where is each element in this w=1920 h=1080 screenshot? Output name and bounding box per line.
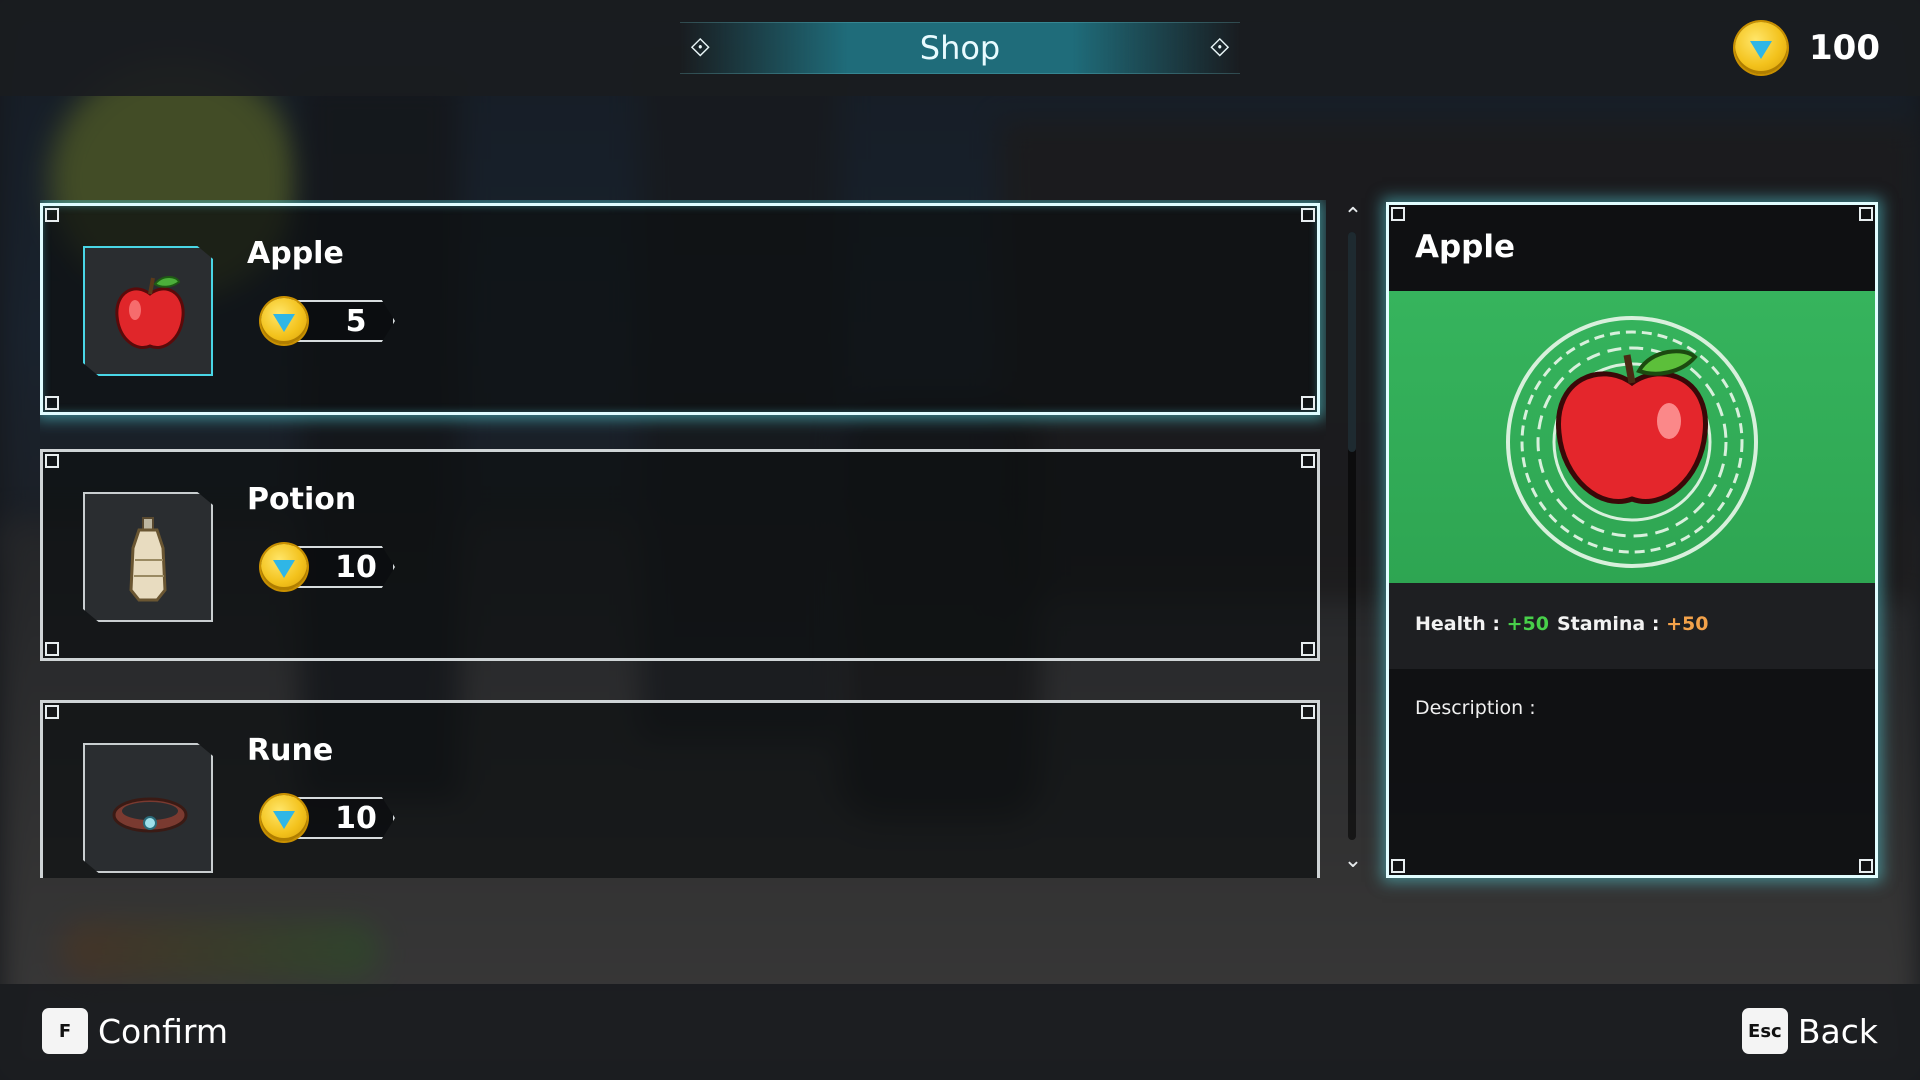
price-tag: 10	[261, 544, 401, 590]
apple-icon	[1506, 316, 1758, 568]
ornament-right-icon: ⟐	[1209, 33, 1231, 63]
gem-coin-icon	[261, 298, 307, 344]
health-stat: Health : +50	[1415, 613, 1549, 635]
gem-coin-icon	[1735, 22, 1788, 74]
detail-stats: Health : +50 Stamina : +50	[1389, 583, 1875, 669]
list-scrollbar[interactable]	[1348, 232, 1356, 840]
stamina-stat: Stamina : +50	[1557, 613, 1709, 635]
shop-item-rune[interactable]: Rune 10	[40, 700, 1320, 878]
gem-coin-icon	[261, 544, 307, 590]
currency-amount: 100	[1809, 28, 1880, 68]
scroll-down-icon[interactable]: ⌄	[1343, 848, 1363, 873]
item-detail-panel: Apple Health : +50 Stamina : +50 Descrip…	[1386, 202, 1878, 878]
item-name: Potion	[247, 482, 357, 517]
description-label: Description :	[1415, 697, 1536, 719]
key-f: F	[42, 1008, 88, 1054]
item-name: Apple	[247, 236, 344, 271]
potion-bottle-icon	[83, 492, 213, 622]
back-label: Back	[1797, 1011, 1878, 1051]
shop-item-apple[interactable]: Apple 5	[40, 203, 1320, 415]
price-tag: 10	[261, 795, 401, 841]
key-esc: Esc	[1741, 1008, 1788, 1054]
shop-title: Shop	[919, 29, 1001, 67]
currency-display: 100	[1735, 20, 1880, 76]
top-bar: ⟐ Shop ⟐ 100	[0, 0, 1920, 96]
detail-title: Apple	[1415, 229, 1516, 265]
rune-bracelet-icon	[83, 743, 213, 873]
confirm-label: Confirm	[98, 1011, 229, 1051]
gem-coin-icon	[261, 795, 307, 841]
item-price: 10	[335, 801, 377, 836]
price-tag: 5	[261, 298, 401, 344]
detail-item-image	[1389, 291, 1875, 583]
item-price: 10	[335, 550, 377, 585]
scrollbar-thumb[interactable]	[1348, 232, 1356, 452]
back-button[interactable]: Esc Back	[1741, 1008, 1878, 1054]
bottom-bar: F Confirm Esc Back	[0, 984, 1920, 1080]
shop-item-list[interactable]: Apple 5 Potion 10 Rune 10	[40, 200, 1326, 878]
scroll-up-icon[interactable]: ⌃	[1343, 204, 1363, 229]
confirm-button[interactable]: F Confirm	[42, 1008, 228, 1054]
shop-item-potion[interactable]: Potion 10	[40, 449, 1320, 661]
item-name: Rune	[247, 733, 334, 768]
apple-icon	[83, 246, 213, 376]
item-price: 5	[345, 304, 367, 339]
shop-title-plate: ⟐ Shop ⟐	[680, 22, 1240, 74]
